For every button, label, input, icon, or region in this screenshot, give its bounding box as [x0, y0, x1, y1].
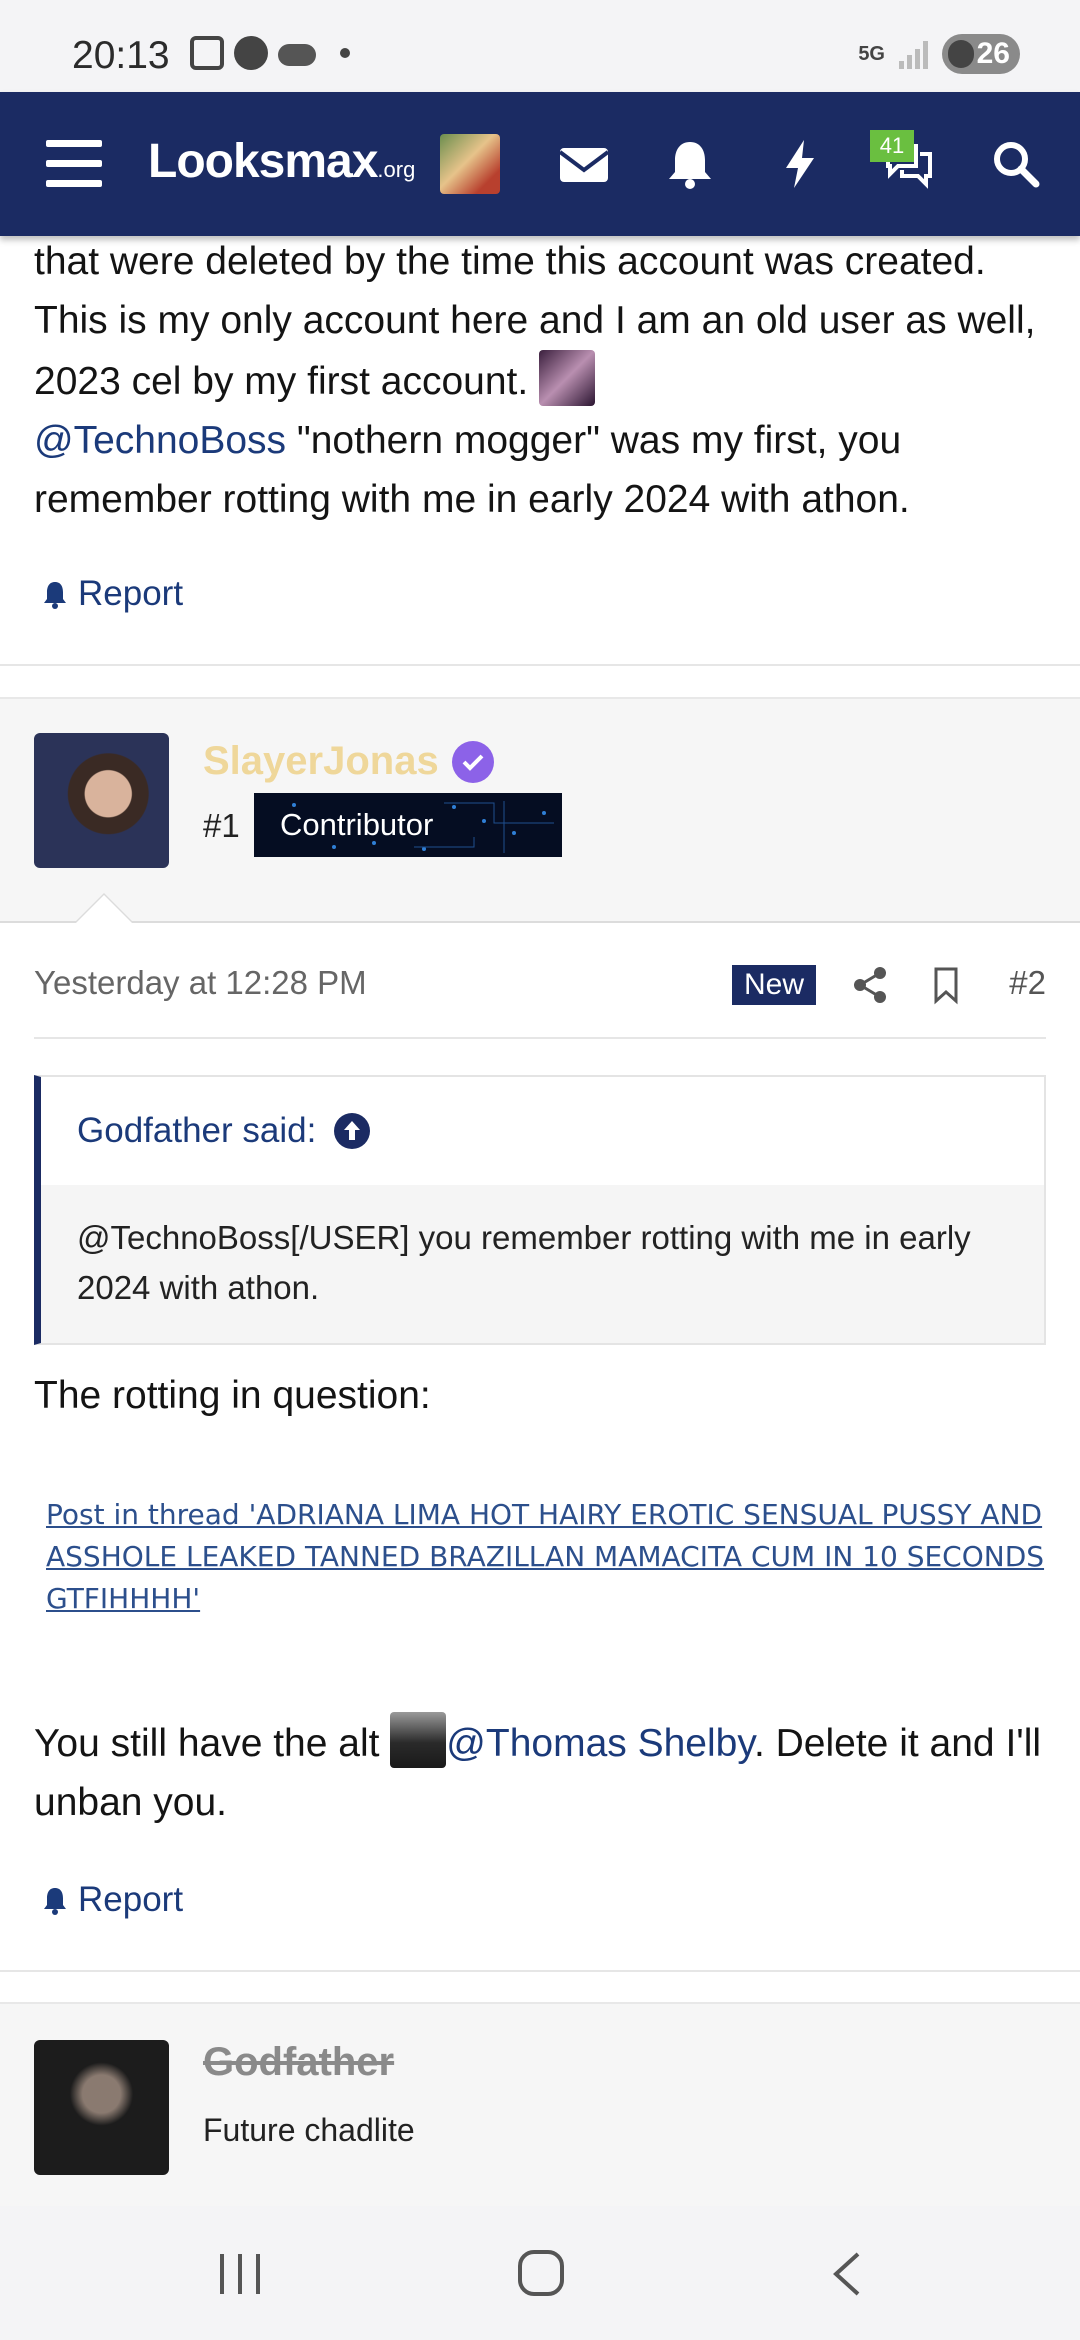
post-2-user-header: SlayerJonas #1 Contributor [0, 697, 1080, 923]
conversations-badge: 41 [870, 130, 914, 162]
lightning-icon[interactable] [772, 136, 828, 192]
user-mention[interactable]: @TechnoBoss [34, 419, 286, 462]
envelope-icon[interactable] [556, 136, 612, 192]
logo-text: Looksmax [148, 135, 378, 188]
inline-image [539, 350, 596, 406]
share-icon[interactable] [852, 965, 888, 1005]
verified-badge-icon [452, 741, 494, 783]
quote-text: @TechnoBoss[/USER] you remember rotting … [41, 1185, 1044, 1343]
bell-icon [44, 582, 66, 609]
android-nav-bar [0, 2206, 1080, 2340]
post-2-meta: Yesterday at 12:28 PM New #2 [34, 929, 1046, 1039]
thread-link[interactable]: Post in thread 'ADRIANA LIMA HOT HAIRY E… [46, 1494, 1046, 1620]
post-divider [0, 664, 1080, 666]
post-3-user-header: Godfather Future chadlite [0, 2002, 1080, 2206]
status-bar: 20:13 5G 26 [0, 0, 1080, 92]
top-navbar: Looksmax.org [0, 92, 1080, 236]
post-1-text: that were deleted by the time this accou… [34, 232, 1054, 529]
bell-icon[interactable] [662, 136, 718, 192]
soccer-ball-icon [234, 36, 268, 70]
post-1-text-part1: that were deleted by the time this accou… [34, 240, 1036, 403]
post-2-text: You still have the alt @Thomas Shelby. D… [34, 1712, 1044, 1832]
post-divider [0, 1970, 1080, 1972]
recent-apps-icon[interactable] [216, 2252, 264, 2296]
status-system-icons: 5G 26 [858, 34, 1020, 74]
status-notification-icons [190, 36, 350, 70]
post-date[interactable]: Yesterday at 12:28 PM [34, 964, 367, 1002]
mention-avatar [390, 1712, 447, 1768]
rank-number: #1 [203, 807, 240, 844]
user-avatar[interactable] [440, 134, 500, 194]
site-logo[interactable]: Looksmax.org [148, 134, 415, 189]
user-title: Future chadlite [203, 2112, 415, 2148]
report-button[interactable]: Report [40, 1880, 183, 1920]
home-icon[interactable] [516, 2248, 566, 2298]
report-label: Report [78, 1880, 184, 1919]
signal-icon [899, 39, 928, 69]
logo-suffix: .org [377, 157, 416, 182]
post-1-body: that were deleted by the time this accou… [34, 232, 1054, 529]
user-mention-alt[interactable]: @Thomas Shelby [446, 1722, 754, 1765]
post-2-body: Godfather said: @TechnoBoss[/USER] you r… [0, 1040, 1080, 1345]
post-pointer [74, 893, 134, 923]
quote-author: Godfather said: [77, 1111, 317, 1150]
menu-icon[interactable] [46, 140, 102, 188]
screenshot-icon [190, 36, 224, 70]
arrow-up-circle-icon[interactable] [334, 1113, 371, 1149]
quote-header[interactable]: Godfather said: [41, 1077, 1044, 1185]
username[interactable]: Godfather [203, 2040, 394, 2085]
search-icon[interactable] [988, 136, 1044, 192]
report-button[interactable]: Report [40, 574, 183, 614]
bookmark-icon[interactable] [928, 965, 964, 1005]
cloud-icon [278, 44, 316, 66]
battery-level: 26 [976, 37, 1010, 70]
status-time: 20:13 [72, 34, 170, 77]
new-badge: New [732, 965, 816, 1005]
post-2-text-before: You still have the alt [34, 1722, 391, 1765]
post-number[interactable]: #2 [1009, 964, 1046, 1002]
post-2-intro: The rotting in question: [34, 1374, 431, 1417]
battery-indicator: 26 [942, 34, 1020, 74]
network-type: 5G [858, 43, 885, 65]
contributor-banner: Contributor [254, 793, 562, 857]
avatar[interactable] [34, 733, 169, 868]
more-dot-icon [340, 48, 350, 58]
report-label: Report [78, 574, 184, 613]
avatar[interactable] [34, 2040, 169, 2175]
quote-block: Godfather said: @TechnoBoss[/USER] you r… [34, 1075, 1046, 1345]
rank-title: Contributor [280, 807, 434, 842]
back-icon[interactable] [826, 2250, 866, 2298]
bell-icon [44, 1888, 66, 1915]
username[interactable]: SlayerJonas [203, 739, 439, 784]
